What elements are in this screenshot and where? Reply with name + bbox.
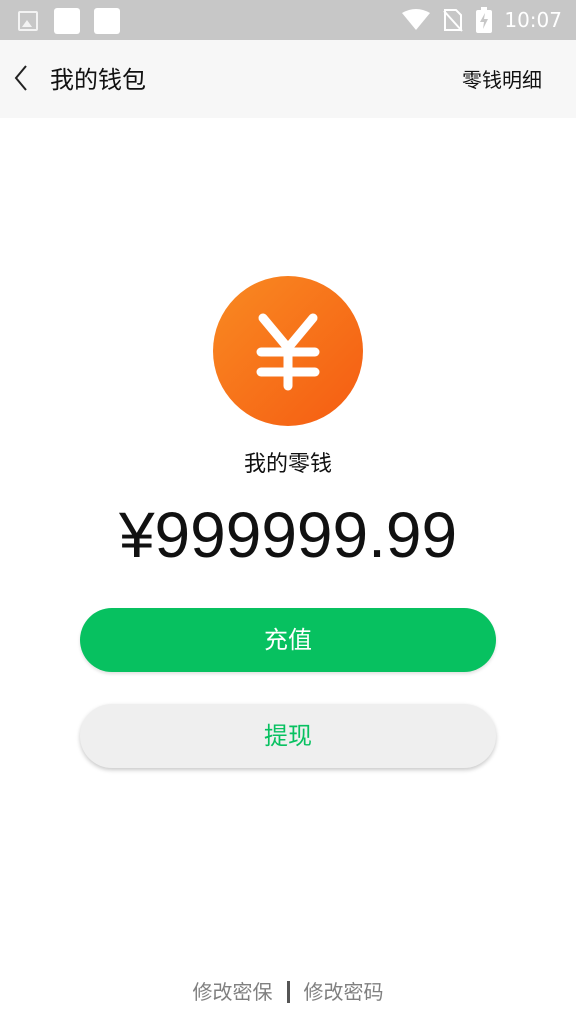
status-bar: 10:07	[0, 0, 576, 40]
withdraw-button[interactable]: 提现	[80, 704, 496, 768]
balance-amount: ¥999999.99	[118, 499, 458, 571]
status-time: 10:07	[504, 8, 562, 32]
recharge-button[interactable]: 充值	[80, 608, 496, 672]
no-sim-icon	[443, 9, 464, 32]
balance-label: 我的零钱	[243, 452, 332, 477]
modify-password-link[interactable]: 修改密码	[304, 980, 384, 1004]
page-title: 我的钱包	[50, 66, 146, 94]
wallet-coin-icon	[213, 276, 363, 426]
app-header: 我的钱包 零钱明细	[0, 40, 576, 118]
battery-charging-icon	[476, 7, 493, 33]
modify-security-question-link[interactable]: 修改密保	[193, 980, 273, 1004]
change-detail-link[interactable]: 零钱明细	[462, 64, 542, 93]
image-icon	[18, 11, 38, 31]
notification-square-icon	[54, 8, 80, 34]
back-chevron-icon[interactable]	[12, 62, 32, 94]
wifi-icon	[402, 9, 431, 30]
notification-square-icon	[94, 8, 120, 34]
footer-links: 修改密保 修改密码	[0, 976, 576, 1005]
footer-divider	[286, 980, 290, 1003]
